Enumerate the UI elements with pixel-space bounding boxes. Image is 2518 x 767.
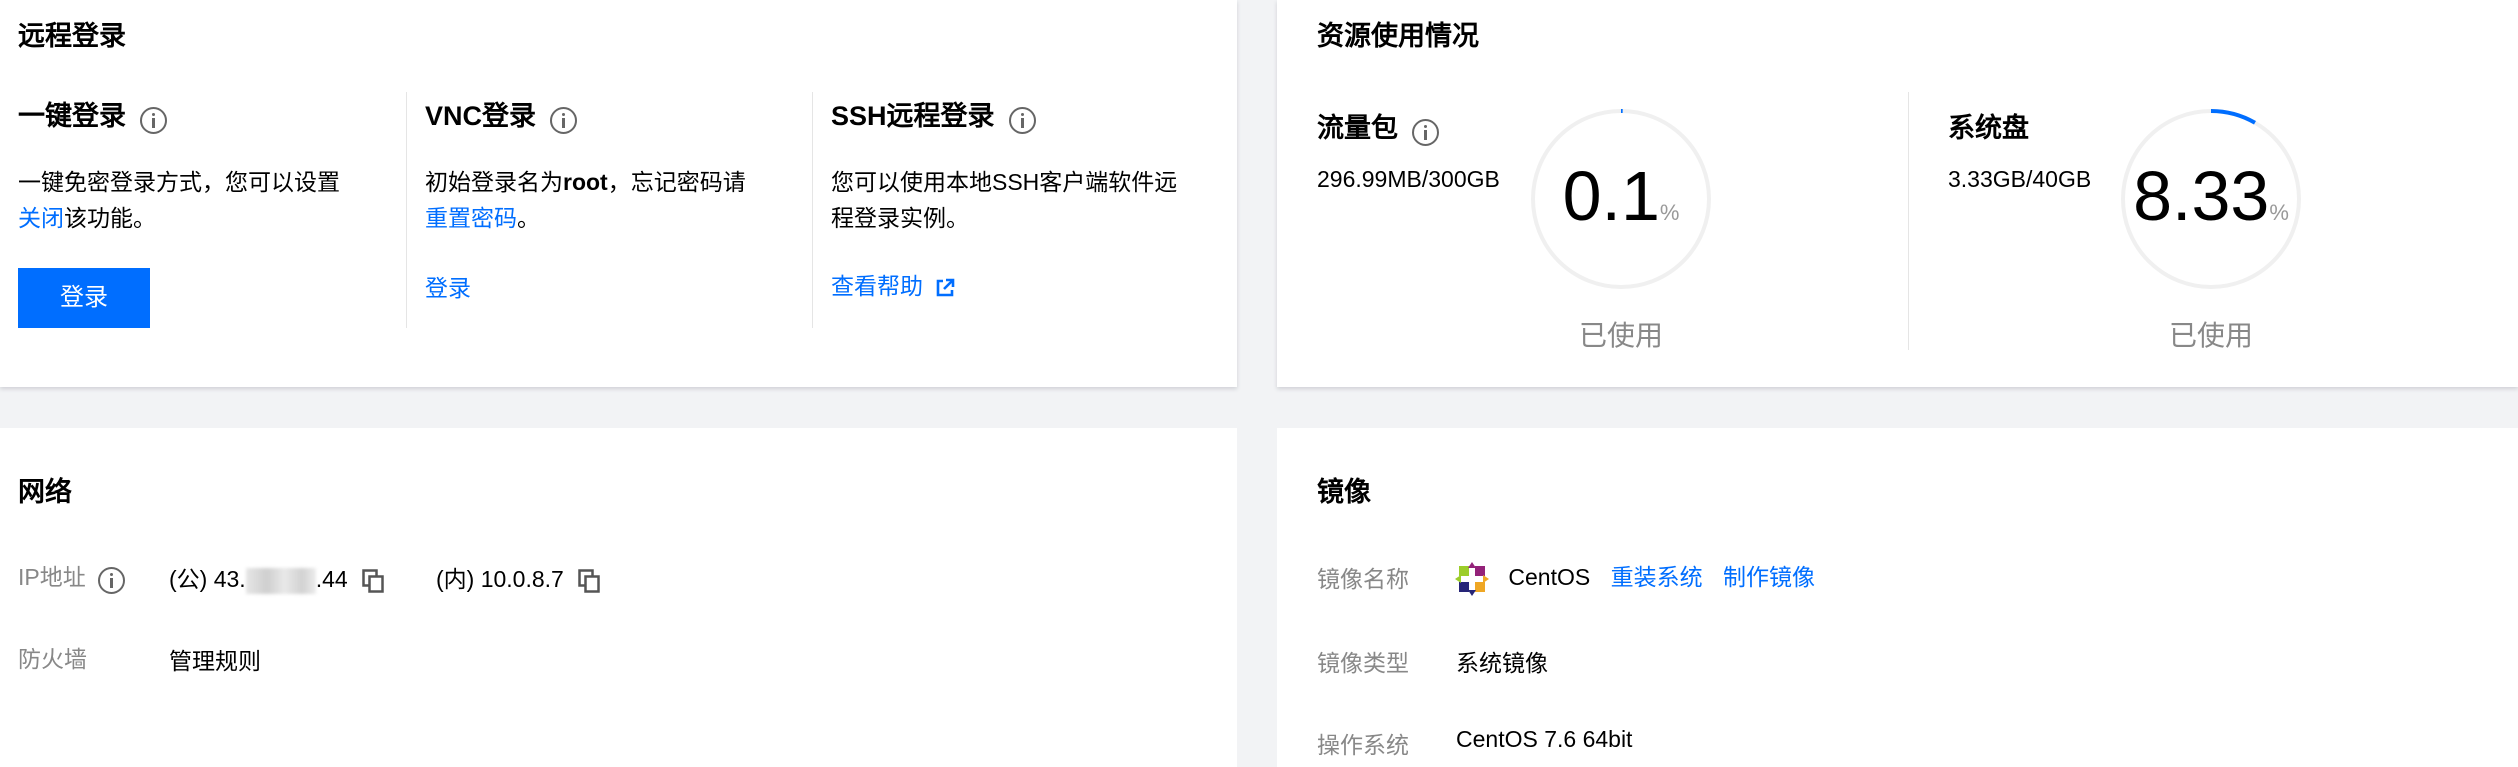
network-title: 网络 <box>18 477 72 507</box>
info-icon[interactable] <box>1412 119 1440 147</box>
vnc-desc-tail: 。 <box>517 205 540 231</box>
traffic-percent: 0.1% <box>1530 156 1712 236</box>
vnc-login-link[interactable]: 登录 <box>425 270 471 306</box>
masked-ip-segment <box>245 567 316 594</box>
ip-label: IP地址 <box>18 564 86 590</box>
public-ip-prefix: (公) 43. <box>169 566 246 592</box>
one-click-login-header: 一键登录 <box>18 94 168 135</box>
info-icon[interactable] <box>98 567 126 595</box>
vnc-desc-pre: 初始登录名为 <box>425 169 563 195</box>
one-click-login-title: 一键登录 <box>18 101 126 131</box>
one-click-desc: 一键免密登录方式，您可以设置 关闭该功能。 <box>18 164 340 236</box>
firewall-label: 防火墙 <box>18 646 87 672</box>
traffic-percent-value: 0.1 <box>1562 157 1660 235</box>
public-ip-suffix: .44 <box>315 566 348 592</box>
image-card: 镜像 镜像名称 CentOS 重装系统 制作镜像 镜像类型 系统镜像 操作系统 … <box>1277 428 2518 767</box>
view-help-link[interactable]: 查看帮助 <box>831 273 923 299</box>
info-icon[interactable] <box>550 107 578 135</box>
vnc-desc: 初始登录名为root，忘记密码请 重置密码。 <box>425 164 746 236</box>
ring-progress <box>2210 109 2256 125</box>
ssh-login-header: SSH远程登录 <box>831 94 1036 135</box>
reinstall-system-link[interactable]: 重装系统 <box>1611 564 1703 590</box>
ssh-desc: 您可以使用本地SSH客户端软件远 程登录实例。 <box>831 164 1177 236</box>
disable-one-click-link[interactable]: 关闭 <box>18 205 64 231</box>
remote-login-card: 远程登录 一键登录 一键免密登录方式，您可以设置 关闭该功能。 登录 VNC登录… <box>0 0 1237 387</box>
ip-label-row: IP地址 <box>18 558 126 595</box>
percent-unit: % <box>1659 200 1680 225</box>
system-disk-percent: 8.33% <box>2120 156 2302 236</box>
resource-usage-card: 资源使用情况 流量包 296.99MB/300GB 0.1% 已使用 系统盘 3… <box>1277 0 2518 387</box>
copy-icon[interactable] <box>362 569 384 593</box>
ssh-login-title: SSH远程登录 <box>831 101 995 131</box>
os-value: CentOS 7.6 64bit <box>1456 726 1633 752</box>
ssh-help[interactable]: 查看帮助 <box>831 268 955 304</box>
percent-unit: % <box>2269 200 2289 225</box>
system-disk-usage: 3.33GB/40GB <box>1948 166 2092 192</box>
image-name-label: 镜像名称 <box>1317 566 1409 592</box>
external-link-icon[interactable] <box>935 278 955 298</box>
os-label: 操作系统 <box>1317 732 1409 758</box>
reset-password-link[interactable]: 重置密码 <box>425 205 517 231</box>
system-disk-used-label: 已使用 <box>2168 320 2253 351</box>
divider <box>1908 92 1909 350</box>
info-icon[interactable] <box>1008 107 1036 135</box>
info-icon[interactable] <box>140 107 168 135</box>
one-click-desc-line1: 一键免密登录方式，您可以设置 <box>18 169 340 195</box>
private-ip: (内) 10.0.8.7 <box>436 560 600 594</box>
system-disk-percent-value: 8.33 <box>2133 157 2270 235</box>
image-type-label: 镜像类型 <box>1317 650 1409 676</box>
traffic-title: 流量包 <box>1317 113 1398 143</box>
vnc-login-header: VNC登录 <box>425 94 578 135</box>
image-title: 镜像 <box>1317 477 1371 507</box>
centos-logo-icon <box>1455 561 1489 596</box>
system-disk-title: 系统盘 <box>1948 113 2029 143</box>
image-name-value: CentOS <box>1508 564 1591 590</box>
network-card: 网络 IP地址 (公) 43. .44 (内) 10.0.8.7 防火墙 管理规则 <box>0 428 1237 767</box>
private-ip-value: (内) 10.0.8.7 <box>436 566 564 592</box>
ssh-desc-line2: 程登录实例。 <box>831 205 969 231</box>
make-image-link[interactable]: 制作镜像 <box>1723 564 1815 590</box>
image-name-row: CentOS 重装系统 制作镜像 <box>1454 558 1815 597</box>
manage-rules-link[interactable]: 管理规则 <box>169 642 261 676</box>
divider <box>812 92 813 328</box>
vnc-login-title: VNC登录 <box>425 101 537 131</box>
traffic-usage: 296.99MB/300GB <box>1317 166 1500 192</box>
divider <box>406 92 407 328</box>
one-click-desc-tail: 该功能。 <box>64 205 156 231</box>
resource-usage-title: 资源使用情况 <box>1317 21 1479 51</box>
copy-icon[interactable] <box>578 569 600 593</box>
vnc-desc-root: root <box>563 169 608 195</box>
traffic-used-label: 已使用 <box>1578 320 1663 351</box>
remote-login-title: 远程登录 <box>18 21 126 51</box>
image-type-value: 系统镜像 <box>1456 650 1548 676</box>
public-ip: (公) 43. .44 <box>169 560 384 594</box>
one-click-login-button[interactable]: 登录 <box>18 268 150 328</box>
vnc-desc-mid: ，忘记密码请 <box>607 169 746 195</box>
ssh-desc-line1: 您可以使用本地SSH客户端软件远 <box>831 169 1178 195</box>
traffic-header: 流量包 <box>1317 106 1440 147</box>
